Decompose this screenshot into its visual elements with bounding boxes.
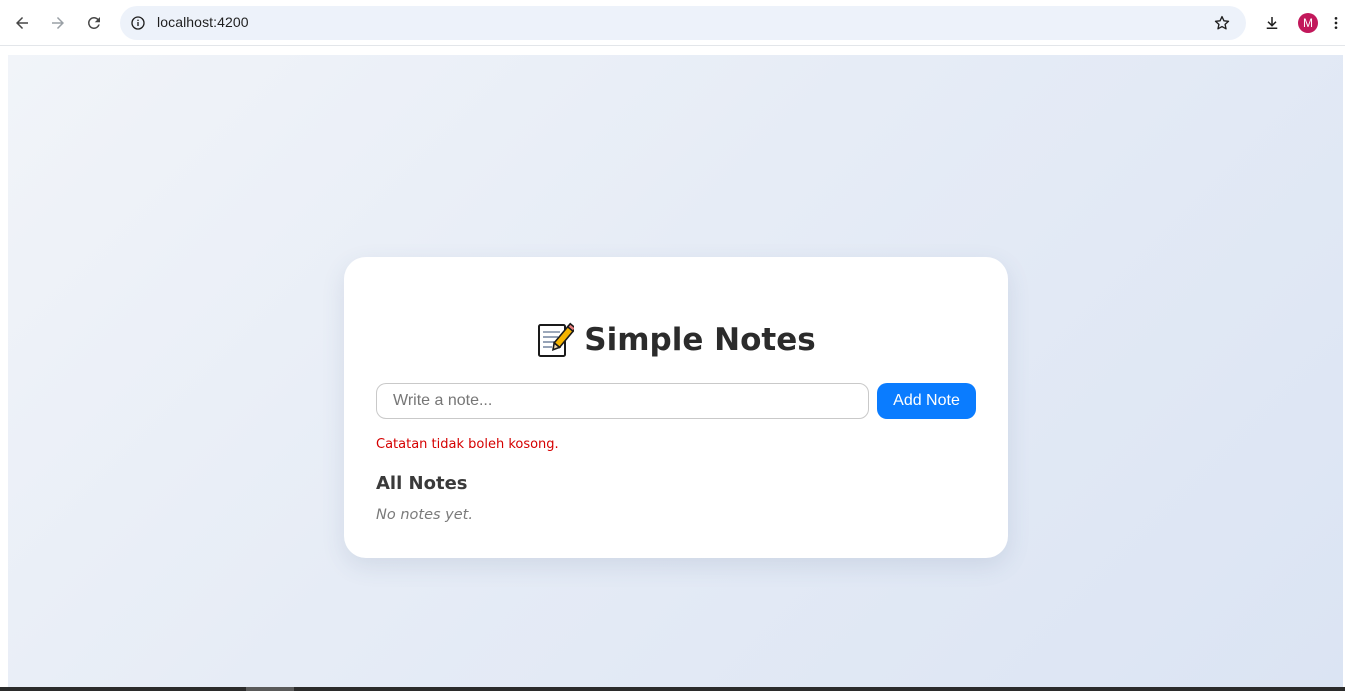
error-message: Catatan tidak boleh kosong. xyxy=(376,437,559,452)
add-note-button[interactable]: Add Note xyxy=(877,383,976,419)
page-viewport: Simple Notes Add Note Catatan tidak bole… xyxy=(8,55,1343,687)
menu-button[interactable] xyxy=(1328,9,1344,37)
avatar[interactable]: M xyxy=(1298,13,1318,33)
memo-icon xyxy=(536,321,578,359)
page-title: Simple Notes xyxy=(344,321,1008,359)
notes-heading: All Notes xyxy=(376,473,468,494)
browser-toolbar: localhost:4200 M xyxy=(0,0,1345,46)
forward-button[interactable] xyxy=(44,9,72,37)
empty-notes-message: No notes yet. xyxy=(376,507,473,523)
info-icon[interactable] xyxy=(128,13,148,33)
address-bar[interactable]: localhost:4200 xyxy=(120,6,1246,40)
scrollbar-thumb[interactable] xyxy=(246,687,294,691)
star-icon[interactable] xyxy=(1212,13,1232,33)
reload-icon xyxy=(87,16,100,29)
reload-button[interactable] xyxy=(80,9,108,37)
url-text[interactable]: localhost:4200 xyxy=(157,14,249,30)
back-button[interactable] xyxy=(8,9,36,37)
notes-card: Simple Notes Add Note Catatan tidak bole… xyxy=(344,257,1008,558)
page-title-text: Simple Notes xyxy=(584,322,816,358)
download-icon xyxy=(1266,17,1278,29)
bottom-scrollbar xyxy=(0,687,1345,691)
download-button[interactable] xyxy=(1258,9,1286,37)
kebab-menu-icon xyxy=(1334,17,1338,29)
arrow-right-icon xyxy=(52,17,64,29)
note-input[interactable] xyxy=(376,383,869,419)
arrow-left-icon xyxy=(16,17,28,29)
